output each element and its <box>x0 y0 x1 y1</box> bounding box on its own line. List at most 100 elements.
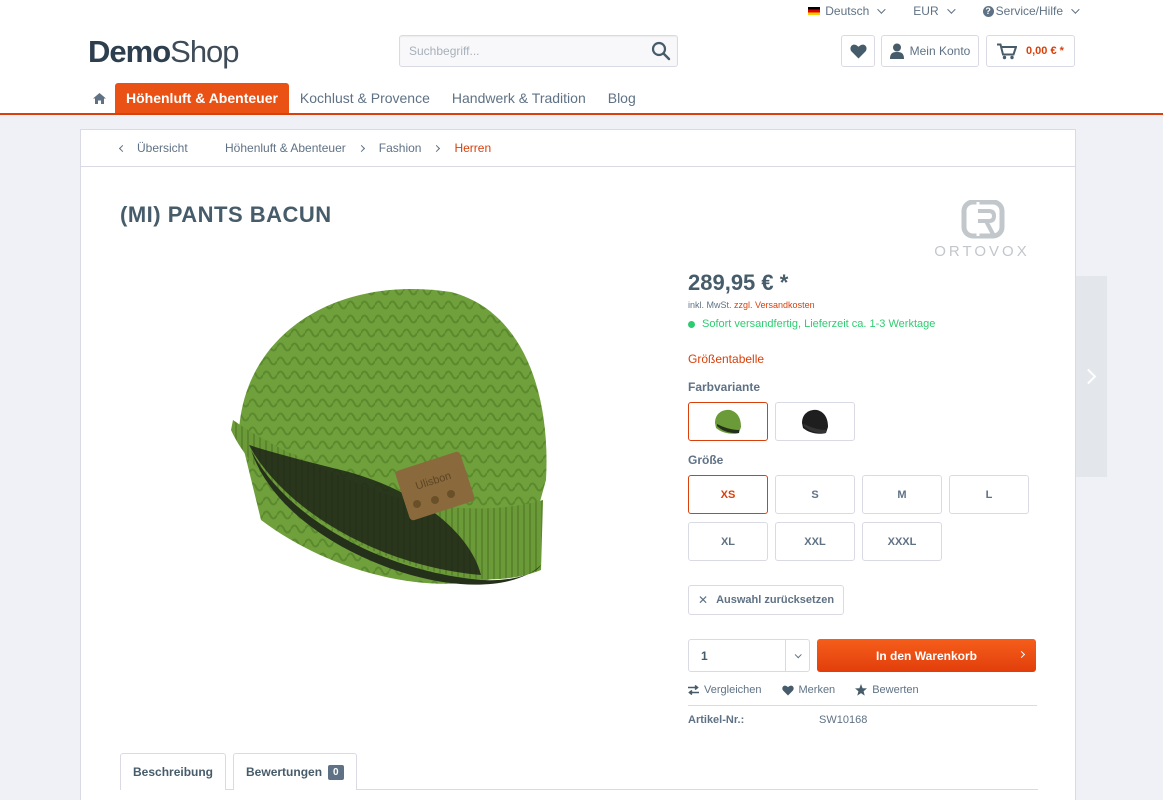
chevron-down-icon <box>785 640 809 671</box>
breadcrumb-item-herren[interactable]: Herren <box>454 141 491 155</box>
cart-amount: 0,00 € * <box>1026 45 1064 57</box>
breadcrumb-path: Höhenluft & Abenteuer Fashion Herren <box>225 141 491 155</box>
color-option-black[interactable] <box>775 402 855 441</box>
currency-label: EUR <box>913 4 939 18</box>
quantity-value: 1 <box>701 648 708 663</box>
logo-part-demo: Demo <box>88 34 171 69</box>
nav-item-hoehenluft[interactable]: Höhenluft & Abenteuer <box>115 83 289 113</box>
review-label: Bewerten <box>872 684 919 696</box>
cart-icon <box>997 43 1017 59</box>
article-number-label: Artikel-Nr.: <box>688 714 745 726</box>
product-content: Übersicht Höhenluft & Abenteuer Fashion … <box>80 129 1076 800</box>
brand-logo-ortovox[interactable]: ORTOVOX <box>926 200 1038 260</box>
size-option-l[interactable]: L <box>949 475 1029 514</box>
status-dot-icon <box>688 320 695 328</box>
article-number-value: SW10168 <box>819 714 868 726</box>
nav-home[interactable] <box>83 83 115 113</box>
back-to-overview-link[interactable]: Übersicht <box>118 141 188 155</box>
size-option-m[interactable]: M <box>862 475 942 514</box>
product-tabs: Beschreibung Bewertungen 0 <box>120 753 364 790</box>
nav-item-kochlust[interactable]: Kochlust & Provence <box>289 83 441 113</box>
green-beanie-thumbnail <box>715 409 741 434</box>
compare-icon <box>688 685 699 695</box>
service-label: Service/Hilfe <box>995 4 1063 18</box>
account-label: Mein Konto <box>909 44 971 58</box>
color-option-green[interactable] <box>688 402 768 441</box>
topbar: Deutsch EUR ? Service/Hilfe <box>808 4 1080 18</box>
breadcrumb-item-hoehenluft[interactable]: Höhenluft & Abenteuer <box>225 141 346 155</box>
reset-selection-button[interactable]: ✕ Auswahl zurücksetzen <box>688 585 845 615</box>
wishlist-button[interactable] <box>841 35 875 67</box>
next-product-button[interactable] <box>1076 276 1107 477</box>
currency-switcher[interactable]: EUR <box>913 4 956 18</box>
color-variant-options <box>688 402 1037 441</box>
divider <box>688 705 1037 706</box>
shop-logo[interactable]: DemoShop <box>88 34 240 70</box>
search-box <box>399 35 678 67</box>
search-icon[interactable] <box>651 41 671 61</box>
chevron-down-icon <box>1071 5 1080 14</box>
add-to-cart-row: 1 In den Warenkorb <box>688 639 1037 672</box>
delivery-status: Sofort versandfertig, Lieferzeit ca. 1-3… <box>688 318 1037 330</box>
close-icon: ✕ <box>698 593 709 607</box>
star-icon <box>855 684 868 696</box>
delivery-text: Sofort versandfertig, Lieferzeit ca. 1-3… <box>702 318 936 330</box>
chevron-right-icon <box>357 144 365 152</box>
help-icon: ? <box>982 5 994 17</box>
size-option-xs[interactable]: XS <box>688 475 768 514</box>
heart-icon <box>849 44 867 58</box>
account-button[interactable]: Mein Konto <box>881 35 979 67</box>
search-input[interactable] <box>400 36 640 66</box>
product-price: 289,95 € * <box>688 270 789 295</box>
tab-reviews[interactable]: Bewertungen 0 <box>233 753 357 790</box>
quantity-select[interactable]: 1 <box>688 639 810 672</box>
add-to-cart-button[interactable]: In den Warenkorb <box>817 639 1036 672</box>
chevron-left-icon <box>118 144 127 152</box>
add-to-cart-label: In den Warenkorb <box>876 648 977 663</box>
tax-prefix: inkl. MwSt. <box>688 300 732 310</box>
breadcrumb: Übersicht Höhenluft & Abenteuer Fashion … <box>81 130 1075 167</box>
brand-name: ORTOVOX <box>934 243 1029 260</box>
header: Deutsch EUR ? Service/Hilfe DemoShop Suc… <box>0 0 1163 115</box>
cart-button[interactable]: 0,00 € * <box>986 35 1075 67</box>
color-variant-label: Farbvariante <box>688 380 761 394</box>
size-option-xl[interactable]: XL <box>688 522 768 561</box>
remember-link[interactable]: Merken <box>781 684 836 696</box>
size-options: XS S M L XL XXL XXXL <box>688 475 1037 561</box>
compare-link[interactable]: Vergleichen <box>688 684 762 696</box>
language-label: Deutsch <box>825 4 870 18</box>
breadcrumb-item-fashion[interactable]: Fashion <box>379 141 422 155</box>
tab-description[interactable]: Beschreibung <box>120 753 227 790</box>
german-flag-icon <box>808 7 821 15</box>
chevron-down-icon <box>877 5 886 14</box>
review-link[interactable]: Bewerten <box>855 684 919 696</box>
tax-info: inkl. MwSt. zzgl. Versandkosten <box>688 300 1037 310</box>
chevron-right-icon <box>433 144 441 152</box>
chevron-down-icon <box>946 5 956 14</box>
back-label: Übersicht <box>137 141 188 155</box>
service-menu[interactable]: ? Service/Hilfe <box>982 4 1080 18</box>
article-number-row: Artikel-Nr.: SW10168 <box>688 714 1037 726</box>
size-option-s[interactable]: S <box>775 475 855 514</box>
size-label: Größe <box>688 453 724 467</box>
size-table-link[interactable]: Größentabelle <box>688 352 764 366</box>
black-beanie-thumbnail <box>802 409 828 434</box>
language-switcher[interactable]: Deutsch <box>808 4 886 18</box>
remember-label: Merken <box>798 684 836 696</box>
size-option-xxl[interactable]: XXL <box>775 522 855 561</box>
product-image-beanie[interactable]: Ulisbon <box>221 270 561 610</box>
product-title: (MI) PANTS BACUN <box>120 202 332 227</box>
reviews-count-badge: 0 <box>328 764 344 780</box>
home-icon <box>92 92 106 104</box>
main-navigation: Höhenluft & Abenteuer Kochlust & Provenc… <box>83 83 647 113</box>
tab-reviews-label: Bewertungen <box>246 765 323 779</box>
reset-label: Auswahl zurücksetzen <box>716 594 835 606</box>
shipping-costs-link[interactable]: zzgl. Versandkosten <box>734 300 815 310</box>
active-tab-cover <box>121 789 219 791</box>
nav-item-blog[interactable]: Blog <box>597 83 647 113</box>
user-icon <box>889 43 904 59</box>
heart-icon <box>781 685 794 695</box>
compare-label: Vergleichen <box>704 684 762 696</box>
size-option-xxxl[interactable]: XXXL <box>862 522 942 561</box>
nav-item-handwerk[interactable]: Handwerk & Tradition <box>441 83 597 113</box>
